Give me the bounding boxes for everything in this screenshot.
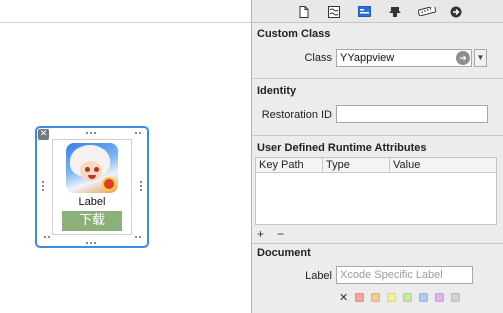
- resize-handle-right[interactable]: [140, 181, 143, 193]
- restoration-id-label: Restoration ID: [261, 109, 332, 121]
- attributes-inspector-icon[interactable]: [388, 5, 402, 18]
- color-label-gray-swatch[interactable]: [451, 293, 460, 302]
- app-name-label[interactable]: Label: [52, 196, 132, 208]
- color-label-red-swatch[interactable]: [355, 293, 364, 302]
- connections-inspector-icon[interactable]: [449, 5, 463, 18]
- resize-handle-bottom-right[interactable]: [135, 236, 141, 239]
- document-section: Document Label Xcode Specific Label: [252, 243, 503, 313]
- download-button[interactable]: 下载: [62, 211, 122, 231]
- identity-inspector-panel: Custom Class Class YYappview ➔ ▼ Identit…: [251, 0, 503, 313]
- document-section-title: Document: [257, 247, 311, 259]
- table-header-row: Key Path Type Value: [256, 158, 496, 173]
- document-label-field-label: Label: [305, 270, 332, 282]
- column-header-type[interactable]: Type: [323, 158, 390, 172]
- add-attribute-button[interactable]: +: [257, 228, 264, 240]
- column-header-key-path[interactable]: Key Path: [256, 158, 323, 172]
- close-icon[interactable]: ✕: [38, 129, 49, 140]
- class-combobox-input[interactable]: YYappview: [336, 49, 472, 67]
- quick-help-icon[interactable]: [327, 5, 341, 18]
- color-label-green-swatch[interactable]: [403, 293, 412, 302]
- resize-handle-top-right[interactable]: [135, 132, 141, 135]
- custom-class-section-title: Custom Class: [257, 28, 331, 40]
- color-label-blue-swatch[interactable]: [419, 293, 428, 302]
- file-inspector-icon[interactable]: [297, 5, 311, 18]
- size-inspector-icon[interactable]: [418, 5, 436, 18]
- color-label-yellow-swatch[interactable]: [387, 293, 396, 302]
- column-header-value[interactable]: Value: [390, 158, 496, 172]
- color-label-purple-swatch[interactable]: [435, 293, 444, 302]
- resize-handle-left[interactable]: [42, 181, 45, 193]
- runtime-attributes-table[interactable]: Key Path Type Value: [255, 157, 497, 225]
- remove-attribute-button[interactable]: −: [277, 228, 284, 240]
- clear-color-label-icon[interactable]: ✕: [339, 291, 348, 304]
- color-label-orange-swatch[interactable]: [371, 293, 380, 302]
- resize-handle-bottom[interactable]: [86, 242, 96, 245]
- identity-section: Identity Restoration ID: [252, 78, 503, 128]
- canvas-divider: [0, 22, 251, 23]
- runtime-attributes-section-title: User Defined Runtime Attributes: [257, 142, 427, 154]
- identity-inspector-icon[interactable]: [357, 5, 371, 18]
- app-icon-image[interactable]: [66, 143, 118, 193]
- document-label-input[interactable]: Xcode Specific Label: [336, 266, 473, 284]
- inspector-toolbar: [252, 0, 503, 23]
- identity-section-title: Identity: [257, 85, 297, 97]
- class-dropdown-chevron-icon[interactable]: ▼: [474, 49, 487, 67]
- resize-handle-top[interactable]: [86, 132, 96, 135]
- class-field-label: Class: [304, 52, 332, 64]
- restoration-id-input[interactable]: [336, 105, 488, 123]
- go-to-class-arrow-icon[interactable]: ➔: [456, 51, 470, 65]
- resize-handle-bottom-left[interactable]: [44, 236, 50, 239]
